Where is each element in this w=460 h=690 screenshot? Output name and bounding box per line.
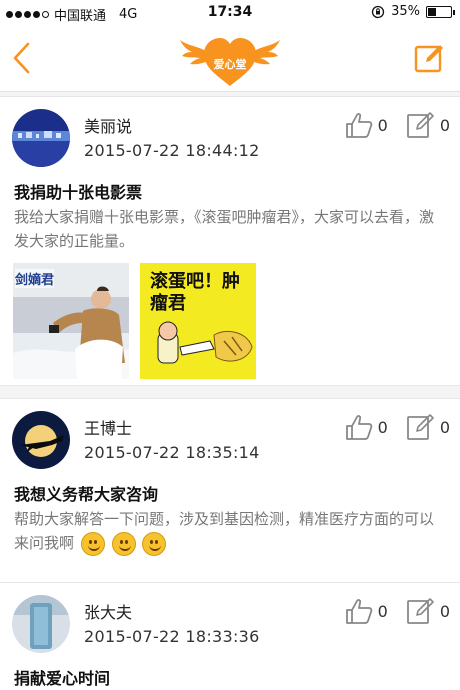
post-actions: 0 0: [344, 111, 450, 139]
comment-edit-icon[interactable]: [406, 597, 436, 625]
app-logo: 爱心堂: [178, 32, 282, 88]
nav-bar: 爱心堂: [0, 26, 460, 92]
post-actions: 0 0: [344, 413, 450, 441]
battery-info: 35%: [371, 4, 455, 19]
chevron-left-icon[interactable]: [10, 40, 34, 76]
author-name[interactable]: 张大夫: [84, 599, 132, 623]
smile-emoji-icon: [111, 531, 136, 556]
smile-emoji-icon: [80, 531, 105, 556]
post-card[interactable]: 美丽说 2015-07-22 18:44:12 0 0 我捐助十张电影票 我给大…: [0, 96, 460, 386]
comment-edit-icon[interactable]: [406, 111, 436, 139]
comment-count: 0: [439, 417, 450, 437]
post-time: 2015-07-22 18:33:36: [84, 627, 260, 646]
edit-icon[interactable]: [414, 42, 446, 74]
post-time: 2015-07-22 18:35:14: [84, 443, 260, 462]
rotation-lock-icon: [371, 5, 385, 18]
like-count: 0: [377, 417, 388, 437]
post-time: 2015-07-22 18:44:12: [84, 141, 260, 160]
comment-count: 0: [439, 601, 450, 621]
battery-icon: [426, 5, 455, 18]
post-card[interactable]: 张大夫 2015-07-22 18:33:36 0 0 捐献爱心时间: [0, 582, 460, 690]
avatar[interactable]: [12, 411, 70, 469]
author-name[interactable]: 美丽说: [84, 113, 132, 137]
post-image-1[interactable]: 剑嫡君: [13, 263, 129, 379]
avatar[interactable]: [12, 595, 70, 653]
poster-title-text: 剑嫡君: [15, 269, 55, 288]
like-count: 0: [377, 115, 388, 135]
comment-count: 0: [439, 115, 450, 135]
post-actions: 0 0: [344, 597, 450, 625]
logo-text: 爱心堂: [213, 58, 247, 71]
thumbs-up-icon[interactable]: [344, 111, 374, 139]
post-title[interactable]: 我捐助十张电影票: [14, 179, 142, 203]
status-bar: 中国联通 4G 17:34 35%: [0, 0, 460, 26]
thumbs-up-icon[interactable]: [344, 597, 374, 625]
author-name[interactable]: 王博士: [84, 415, 132, 439]
post-title[interactable]: 捐献爱心时间: [14, 665, 110, 689]
battery-percent: 35%: [391, 4, 420, 19]
comment-edit-icon[interactable]: [406, 413, 436, 441]
post-content-wrap: 帮助大家解答一下问题，涉及到基因检测，精准医疗方面的可以来问我啊: [14, 507, 446, 556]
post-content: 我给大家捐赠十张电影票，《滚蛋吧肿瘤君》，大家可以去看，激发大家的正能量。: [14, 208, 435, 250]
like-count: 0: [377, 601, 388, 621]
post-content: 帮助大家解答一下问题，涉及到基因检测，精准医疗方面的可以来问我啊: [14, 510, 435, 552]
thumbs-up-icon[interactable]: [344, 413, 374, 441]
smile-emoji-icon: [142, 531, 167, 556]
post-title[interactable]: 我想义务帮大家咨询: [14, 481, 158, 505]
avatar[interactable]: [12, 109, 70, 167]
post-image-2[interactable]: 滚蛋吧！肿瘤君: [140, 263, 256, 379]
poster-title-text: 滚蛋吧！肿瘤君: [150, 271, 240, 314]
